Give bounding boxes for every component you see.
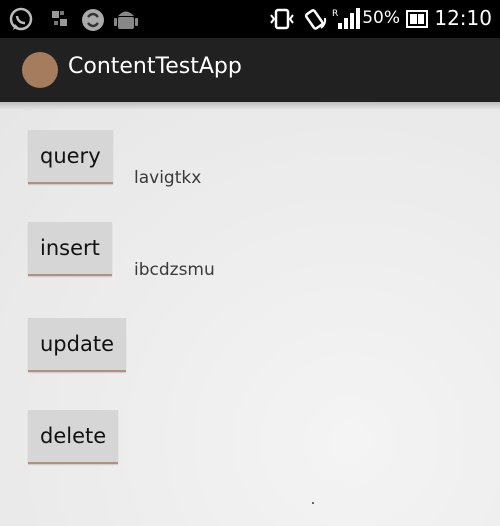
battery-icon [406,10,428,28]
action-bar-shadow [0,102,500,110]
app-title: ContentTestApp [68,54,242,79]
screen-rotation-icon [304,9,327,30]
delete-button[interactable]: delete [28,410,119,464]
whatsapp-icon [9,7,33,31]
update-button-label: update [40,332,114,356]
battery-percent: 50% [362,8,400,28]
sync-icon [82,9,104,31]
insert-button[interactable]: insert [28,222,112,276]
query-button[interactable]: query [28,130,113,184]
speck [312,502,314,504]
action-bar: ContentTestApp [0,38,500,102]
sim-icon [52,11,67,26]
insert-result: ibcdzsmu [134,260,215,280]
app-logo-icon[interactable] [22,52,58,88]
android-debug-icon [114,11,138,29]
delete-button-label: delete [40,424,107,448]
roaming-indicator: R [332,9,338,19]
insert-button-label: insert [40,236,100,260]
main-content: query lavigtkx insert ibcdzsmu update de… [0,102,500,526]
status-time: 12:10 [434,6,492,30]
signal-icon: R [332,8,360,29]
query-button-label: query [40,144,101,168]
vibrate-icon [270,8,294,30]
status-bar: R 50% 12:10 [0,0,500,38]
query-result: lavigtkx [134,168,202,188]
update-button[interactable]: update [28,318,126,372]
